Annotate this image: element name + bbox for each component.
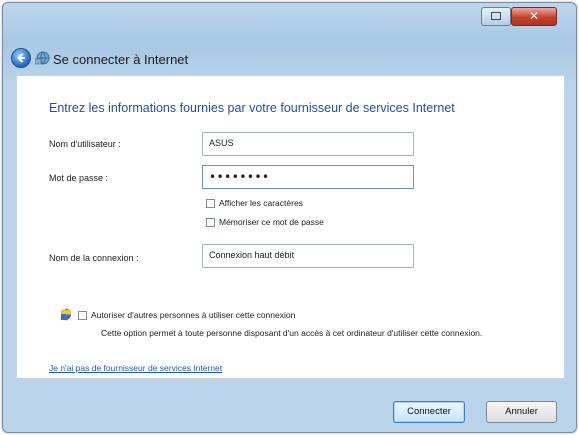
content-panel: Entrez les informations fournies par vot… (16, 75, 565, 379)
back-arrow-icon (17, 53, 25, 63)
uac-shield-icon (61, 308, 71, 321)
window-title: Se connecter à Internet (53, 52, 189, 67)
show-characters-checkbox[interactable] (206, 199, 215, 208)
remember-password-checkbox[interactable] (206, 218, 215, 227)
remember-password-label: Mémoriser ce mot de passe (219, 217, 324, 227)
password-label: Mot de passe : (49, 173, 109, 183)
allow-others-description: Cette option permet à toute personne dis… (101, 328, 483, 338)
maximize-button[interactable] (481, 7, 511, 26)
connection-name-label: Nom de la connexion : (49, 253, 139, 263)
cancel-button[interactable]: Annuler (486, 401, 557, 423)
no-isp-link[interactable]: Je n'ai pas de fournisseur de services I… (49, 363, 222, 373)
network-icon (35, 51, 50, 65)
close-icon: ✕ (528, 9, 540, 23)
back-button[interactable] (11, 48, 31, 68)
maximize-icon (491, 12, 501, 20)
title-bar: ✕ (3, 3, 576, 33)
show-characters-label: Afficher les caractères (219, 198, 303, 208)
allow-others-label: Autoriser d'autres personnes à utiliser … (91, 310, 296, 320)
connection-name-field[interactable]: Connexion haut débit (202, 244, 414, 268)
username-label: Nom d'utilisateur : (49, 139, 121, 149)
password-field[interactable]: •••••••• (202, 165, 414, 189)
navigation-bar: Se connecter à Internet (3, 39, 576, 73)
dialog-window: ✕ Se connecter à Internet Entrez les inf… (2, 2, 577, 433)
username-field[interactable]: ASUS (202, 132, 414, 156)
allow-others-checkbox[interactable] (78, 311, 87, 320)
close-button[interactable]: ✕ (511, 7, 557, 26)
instructions-heading: Entrez les informations fournies par vot… (49, 101, 455, 115)
connect-button[interactable]: Connecter (393, 401, 465, 423)
